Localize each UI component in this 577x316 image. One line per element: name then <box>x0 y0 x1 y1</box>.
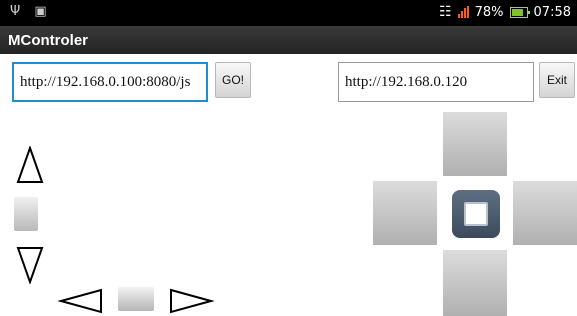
dpad-down-button[interactable] <box>443 250 507 316</box>
go-button[interactable]: GO! <box>215 62 251 98</box>
clock: 07:58 <box>533 4 571 20</box>
dpad-left-button[interactable] <box>373 181 437 245</box>
status-left: Ψ ▣ <box>10 4 57 19</box>
android-debug-icon: ▣ <box>34 4 47 19</box>
stop-button[interactable] <box>452 190 500 238</box>
status-right: ☷ 78% 07:58 <box>439 4 571 20</box>
horizontal-slider-handle[interactable] <box>118 287 154 311</box>
server-url-input[interactable]: http://192.168.0.100:8080/js <box>12 62 208 102</box>
battery-icon <box>509 6 530 18</box>
right-arrow-button[interactable] <box>168 287 214 315</box>
vertical-slider-handle[interactable] <box>14 197 38 231</box>
dpad-up-button[interactable] <box>443 112 507 176</box>
status-bar: Ψ ▣ ☷ 78% 07:58 <box>0 0 577 26</box>
signal-icon <box>457 6 469 18</box>
battery-percent: 78% <box>474 4 504 20</box>
down-arrow-button[interactable] <box>16 244 44 284</box>
wifi-icon: ☷ <box>439 4 452 20</box>
left-arrow-button[interactable] <box>58 287 104 315</box>
exit-button[interactable]: Exit <box>539 62 575 98</box>
up-arrow-button[interactable] <box>16 146 44 186</box>
device-url-input[interactable]: http://192.168.0.120 <box>338 62 534 102</box>
app-title: MControler <box>8 32 88 49</box>
dpad-right-button[interactable] <box>513 181 577 245</box>
usb-icon: Ψ <box>10 4 21 19</box>
app-titlebar: MControler <box>0 26 577 54</box>
